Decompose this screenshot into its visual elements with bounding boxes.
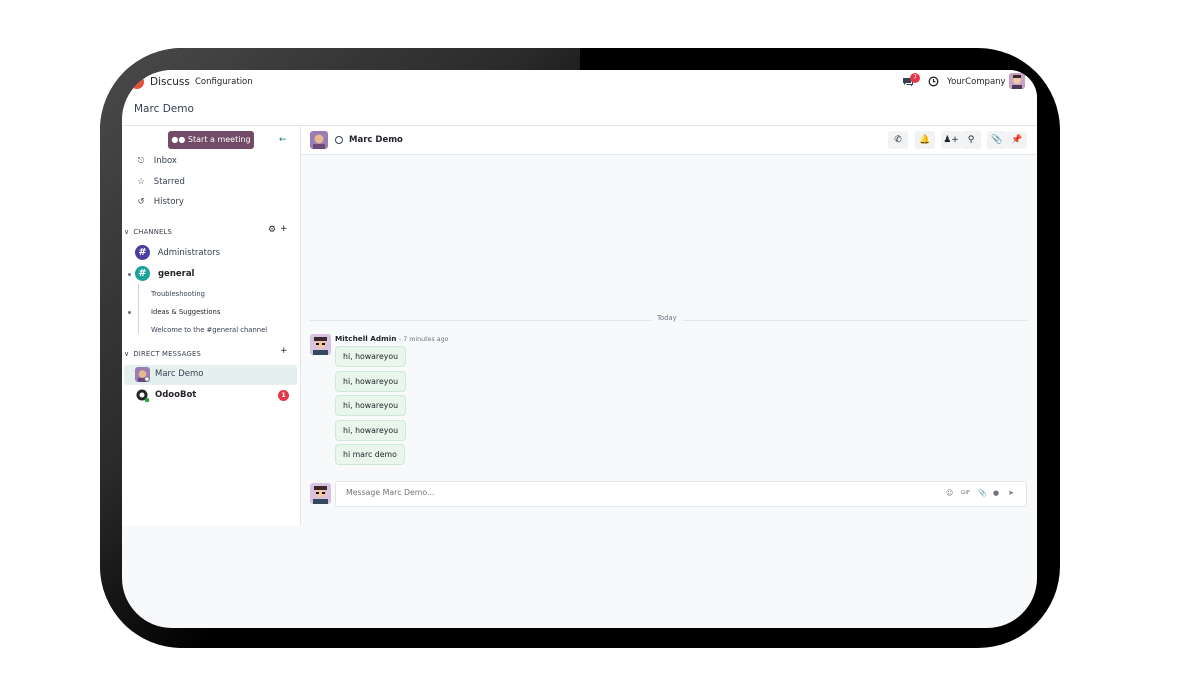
hash-icon: # — [135, 245, 150, 260]
sub-channel-ideas[interactable]: Ideas & Suggestions — [151, 308, 220, 316]
direct-messages-header[interactable]: ∨ DIRECT MESSAGES — [124, 350, 201, 358]
sidebar-channel-general[interactable]: # general — [135, 266, 194, 282]
sidebar-item-history[interactable]: ↺ History — [136, 197, 184, 213]
message-bubble[interactable]: hi, howareyou — [335, 371, 407, 392]
inbox-icon: ⎋ — [137, 156, 145, 166]
message-timestamp: - 7 minutes ago — [398, 336, 449, 343]
sub-channel-troubleshooting[interactable]: Troubleshooting — [151, 290, 205, 298]
dm-item-odoobot[interactable]: OdooBot 1 — [124, 386, 297, 406]
message-bubble[interactable]: hi, howareyou — [335, 420, 407, 441]
discuss-sidebar: ●● Start a meeting ← ⎋ Inbox ☆ Starred ↺… — [122, 126, 301, 526]
sidebar-item-label: Starred — [153, 177, 185, 187]
thread-header: Marc Demo ✆ 🔔 ♟+ ⚲ 📎 📌 — [301, 126, 1037, 155]
add-channel-plus-icon[interactable]: + — [280, 224, 288, 234]
unread-counter-badge: 1 — [278, 390, 289, 401]
chevron-down-icon: ∨ — [124, 350, 130, 358]
star-icon: ☆ — [137, 177, 145, 187]
call-phone-icon[interactable]: ✆ — [888, 131, 908, 149]
dm-header-label: DIRECT MESSAGES — [133, 350, 201, 358]
sidebar-item-label: History — [153, 197, 184, 207]
sidebar-item-inbox[interactable]: ⎋ Inbox — [136, 156, 177, 172]
user-avatar[interactable] — [1009, 73, 1025, 89]
thread-view: Marc Demo ✆ 🔔 ♟+ ⚲ 📎 📌 Today Mitchell Ad… — [301, 126, 1037, 526]
message-bubble[interactable]: hi, howareyou — [335, 395, 407, 416]
search-icon[interactable]: ⚲ — [961, 131, 981, 149]
menu-configuration[interactable]: Configuration — [195, 77, 253, 87]
people-icon: ●● — [171, 135, 186, 144]
author-avatar[interactable] — [310, 334, 331, 355]
company-switcher[interactable]: YourCompany — [947, 77, 1006, 87]
app-name[interactable]: Discuss — [150, 76, 190, 88]
send-icon[interactable]: ➤ — [1008, 489, 1014, 497]
gif-icon[interactable]: GIF — [961, 490, 970, 496]
notification-bell-icon[interactable]: 🔔 — [915, 131, 935, 149]
sub-channel-tree-line — [138, 284, 139, 334]
unread-dot — [128, 273, 131, 276]
add-dm-plus-icon[interactable]: + — [280, 346, 288, 356]
channels-header-label: CHANNELS — [133, 228, 172, 236]
message-bubble[interactable]: hi, howareyou — [335, 346, 407, 367]
author-name[interactable]: Mitchell Admin — [335, 334, 396, 343]
attachment-icon[interactable]: 📎 — [978, 489, 987, 497]
message-input[interactable] — [344, 484, 908, 500]
dm-item-marc-demo[interactable]: Marc Demo — [124, 365, 297, 385]
sub-channel-welcome[interactable]: Welcome to the #general channel — [151, 326, 267, 334]
page-title: Marc Demo — [134, 103, 194, 115]
add-user-icon[interactable]: ♟+ — [941, 131, 961, 149]
channel-settings-gear-icon[interactable]: ⚙ — [268, 225, 276, 235]
channels-header[interactable]: ∨ CHANNELS — [124, 228, 172, 236]
date-separator: Today — [651, 314, 683, 322]
emoji-icon[interactable]: ☺ — [946, 489, 953, 497]
odoobot-avatar — [135, 388, 150, 403]
app-window: Discuss Configuration 7 YourCompany Marc… — [122, 70, 1037, 628]
discuss-logo-icon[interactable] — [130, 75, 144, 89]
top-navbar: Discuss Configuration 7 YourCompany — [122, 70, 1037, 96]
sidebar-item-label: Inbox — [153, 156, 177, 166]
unread-dot — [128, 311, 131, 314]
start-meeting-button[interactable]: ●● Start a meeting — [168, 131, 254, 149]
avatar — [135, 367, 150, 382]
message-bubble[interactable]: hi marc demo — [335, 444, 405, 465]
pin-icon[interactable]: 📌 — [1007, 131, 1027, 149]
sidebar-item-starred[interactable]: ☆ Starred — [136, 177, 185, 193]
collapse-arrow-icon[interactable]: ← — [279, 135, 287, 145]
composer-avatar — [310, 483, 331, 504]
message-author: Mitchell Admin - 7 minutes ago — [335, 334, 448, 343]
sidebar-channel-administrators[interactable]: # Administrators — [135, 245, 220, 261]
microphone-icon[interactable]: ● — [993, 489, 999, 497]
history-icon: ↺ — [137, 197, 145, 207]
hash-icon: # — [135, 266, 150, 281]
messaging-badge: 7 — [910, 73, 920, 83]
avatar[interactable] — [310, 131, 328, 149]
dm-label: Marc Demo — [155, 369, 204, 379]
channel-label: Administrators — [157, 248, 221, 258]
thread-title: Marc Demo — [349, 135, 403, 145]
dm-label: OdooBot — [155, 390, 197, 400]
activity-clock-icon[interactable] — [928, 76, 939, 87]
attachment-icon[interactable]: 📎 — [987, 131, 1007, 149]
start-meeting-label: Start a meeting — [187, 135, 251, 144]
control-panel: Marc Demo — [122, 95, 1037, 126]
channel-label: general — [157, 269, 195, 279]
presence-status-icon — [335, 136, 343, 144]
chevron-down-icon: ∨ — [124, 228, 130, 236]
message-composer: ☺ GIF 📎 ● ➤ — [335, 481, 1027, 507]
